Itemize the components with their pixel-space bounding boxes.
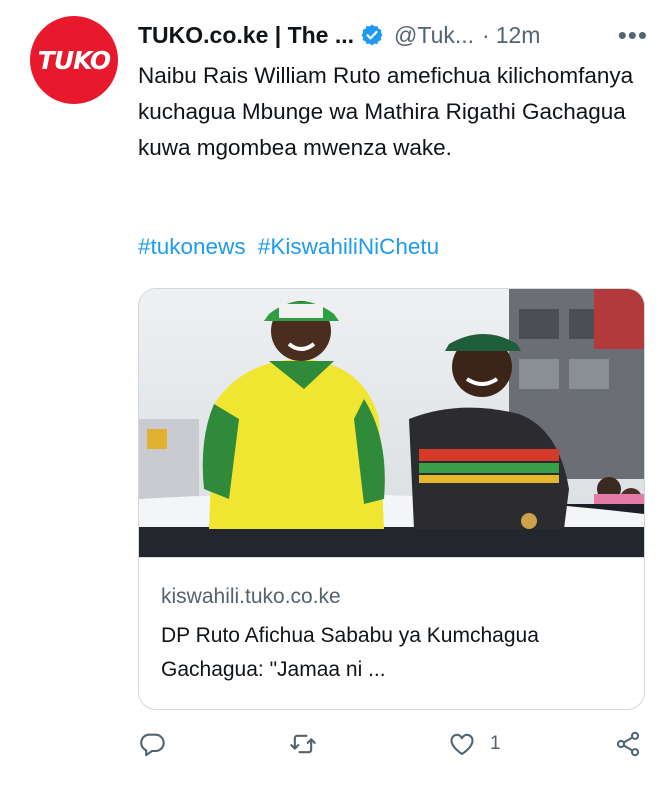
retweet-button[interactable] — [289, 730, 317, 758]
timestamp[interactable]: 12m — [496, 22, 541, 49]
handle[interactable]: @Tuk... — [394, 22, 474, 49]
separator-dot: · — [482, 21, 490, 48]
like-count: 1 — [490, 733, 501, 754]
verified-badge-icon — [361, 24, 383, 46]
share-button[interactable] — [614, 730, 642, 758]
link-card-domain: kiswahili.tuko.co.ke — [161, 585, 341, 608]
retweet-icon — [290, 734, 316, 754]
link-card-title: DP Ruto Afichua Sababu ya Kumchagua Gach… — [161, 624, 539, 681]
hashtags: #tukonews #KiswahiliNiChetu — [138, 234, 445, 260]
link-card-image — [139, 289, 644, 557]
avatar[interactable]: TUKO — [30, 16, 118, 104]
reply-icon — [140, 733, 165, 757]
tweet-text: Naibu Rais William Ruto amefichua kilich… — [138, 63, 634, 160]
share-icon — [616, 731, 640, 757]
hashtag-kiswahilinichetu[interactable]: #KiswahiliNiChetu — [258, 234, 439, 259]
tweet-actions: 1 — [138, 730, 648, 766]
more-icon[interactable]: ••• — [618, 20, 648, 51]
avatar-logo-text: TUKO — [37, 45, 111, 75]
link-card[interactable]: kiswahili.tuko.co.ke DP Ruto Afichua Sab… — [138, 288, 645, 710]
like-button[interactable]: 1 — [448, 730, 501, 758]
like-icon — [450, 733, 474, 755]
link-card-divider — [139, 557, 644, 558]
display-name[interactable]: TUKO.co.ke | The ... — [138, 22, 354, 49]
hashtag-tukonews[interactable]: #tukonews — [138, 234, 246, 259]
reply-button[interactable] — [138, 730, 166, 758]
tweet-header: TUKO.co.ke | The ... @Tuk... · 12m ••• — [138, 18, 648, 52]
